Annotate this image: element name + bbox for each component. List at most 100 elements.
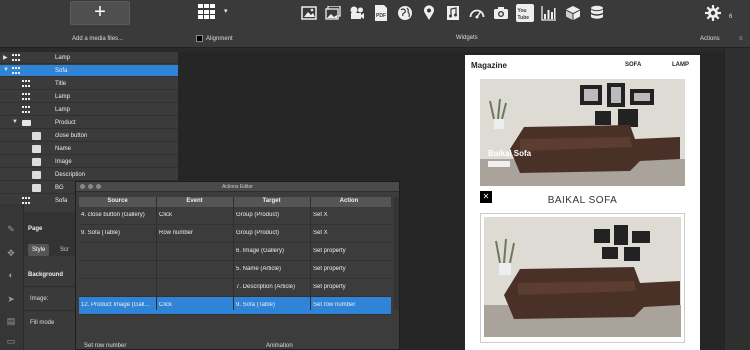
- video-icon[interactable]: [348, 4, 366, 22]
- table-cell: Set X: [313, 212, 328, 218]
- image-icon: [32, 145, 41, 153]
- chart-icon[interactable]: [540, 4, 558, 22]
- table-cell: Click: [159, 302, 172, 308]
- phone-preview[interactable]: Magazine SOFA LAMP Baikal Sofa ✕ BAIKAL …: [465, 55, 700, 350]
- table-row[interactable]: 4. close button (Gallery) Click Group (P…: [79, 207, 391, 225]
- image-icon: [32, 132, 41, 140]
- image-icon: [32, 184, 41, 192]
- hero-subtitle-bar: [488, 161, 510, 167]
- table-row[interactable]: 9. Sofa (Table) Row number Group (Produc…: [79, 225, 391, 243]
- properties-panel: Page Style Scr Background Image: Fill mo…: [24, 204, 80, 350]
- grid-icon: [22, 80, 31, 88]
- table-row[interactable]: 6. Image (Gallery) Set property: [79, 243, 391, 261]
- image-field-label: Image:: [30, 296, 49, 302]
- table-row[interactable]: 7. Description (Article) Set property: [79, 279, 391, 297]
- tree-item-product[interactable]: ▼ Product: [0, 117, 178, 129]
- image-icon: [32, 171, 41, 179]
- wrench-icon[interactable]: ✎: [6, 224, 16, 234]
- cube-icon[interactable]: [564, 4, 582, 22]
- column-divider: [233, 197, 234, 310]
- product-card[interactable]: [480, 213, 685, 343]
- table-row[interactable]: 5. Name (Article) Set property: [79, 261, 391, 279]
- pointer-icon[interactable]: ➤: [6, 294, 16, 304]
- column-header[interactable]: Source: [79, 198, 156, 204]
- add-media-button[interactable]: +: [70, 1, 130, 25]
- preview-nav-sofa[interactable]: SOFA: [625, 62, 641, 68]
- table-cell: 9. Sofa (Table): [81, 230, 121, 236]
- preview-nav-lamp[interactable]: LAMP: [672, 62, 689, 68]
- image-icon[interactable]: [300, 4, 318, 22]
- table-cell: Row number: [159, 230, 194, 236]
- map-pin-icon[interactable]: [420, 4, 438, 22]
- chevron-down-icon[interactable]: ▼: [12, 119, 18, 125]
- tree-item-label: Lamp: [55, 107, 71, 113]
- music-icon[interactable]: [444, 4, 462, 22]
- actions-sidebar: [724, 48, 750, 350]
- tree-item-sofa[interactable]: ▼ Sofa: [0, 65, 178, 77]
- gear-icon[interactable]: [704, 4, 722, 22]
- palette-icon[interactable]: ◐: [6, 270, 16, 280]
- tree-item-label: Image: [55, 159, 72, 165]
- table-cell: 12. Product Image (Gall...: [81, 302, 150, 308]
- grid-icon: [22, 93, 31, 101]
- actions-label[interactable]: Actions: [700, 36, 720, 42]
- tree-item-lamp-child-2[interactable]: Lamp: [0, 104, 178, 116]
- hero-image[interactable]: Baikal Sofa: [480, 79, 685, 186]
- alignment-grid-icon: [198, 4, 216, 20]
- gauge-icon[interactable]: [468, 4, 486, 22]
- tab-script[interactable]: Scr: [56, 244, 73, 256]
- move-icon[interactable]: ✥: [6, 248, 16, 258]
- dialog-titlebar[interactable]: Actions Editor: [76, 182, 399, 192]
- actions-editor-dialog[interactable]: Actions Editor Source Event Target Actio…: [75, 181, 400, 350]
- tree-item-label: Title: [55, 81, 67, 87]
- column-divider: [310, 197, 311, 310]
- camera-icon[interactable]: [492, 4, 510, 22]
- actions-menu-icon[interactable]: ≡: [739, 36, 743, 42]
- table-cell: Click: [159, 212, 172, 218]
- table-cell: Set property: [313, 284, 346, 290]
- tree-item-description[interactable]: Description: [0, 169, 178, 181]
- device-icon[interactable]: ▭: [6, 336, 16, 346]
- tree-item-name[interactable]: Name: [0, 143, 178, 155]
- column-header[interactable]: Event: [156, 198, 233, 204]
- globe-icon[interactable]: [396, 4, 414, 22]
- table-cell: Set X: [313, 230, 328, 236]
- alignment-color-swatch[interactable]: [196, 35, 203, 42]
- tree-item-label: Lamp: [55, 94, 71, 100]
- tree-item-label: Name: [55, 146, 72, 152]
- gallery-icon[interactable]: [324, 4, 342, 22]
- chevron-down-icon[interactable]: ▼: [3, 67, 9, 73]
- animation-label: Animation: [266, 343, 293, 349]
- tree-item-lamp-child[interactable]: Lamp: [0, 91, 178, 103]
- column-header[interactable]: Action: [310, 198, 388, 204]
- table-cell: Set property: [313, 248, 346, 254]
- tab-style[interactable]: Style: [28, 244, 50, 256]
- dialog-title: Actions Editor: [222, 184, 253, 190]
- tree-item-image[interactable]: Image: [0, 156, 178, 168]
- widgets-label: Widgets: [456, 35, 478, 41]
- database-icon[interactable]: [588, 4, 606, 22]
- add-media-label: Add a media files...: [72, 36, 124, 42]
- chevron-right-icon[interactable]: ▶: [3, 54, 8, 61]
- product-image[interactable]: [484, 217, 681, 337]
- toolbar: + Add a media files... ▾ Alignment PDF Y…: [0, 0, 750, 48]
- tree-item-close-button[interactable]: close button: [0, 130, 178, 142]
- hero-title: Baikal Sofa: [488, 149, 532, 158]
- tree-item-lamp[interactable]: ▶ Lamp: [0, 52, 178, 64]
- set-row-number-label: Set row number: [84, 343, 127, 349]
- table-cell: Group (Product): [236, 230, 280, 236]
- alignment-button[interactable]: ▾: [198, 4, 234, 22]
- column-header[interactable]: Target: [233, 198, 310, 204]
- fill-mode-label: Fill mode: [30, 320, 55, 326]
- svg-text:PDF: PDF: [376, 13, 386, 19]
- page-icon[interactable]: ▤: [6, 316, 16, 326]
- table-row-selected[interactable]: 12. Product Image (Gall... Click 9. Sofa…: [79, 297, 391, 315]
- youtube-icon[interactable]: You Tube: [516, 4, 534, 22]
- svg-text:Tube: Tube: [518, 15, 530, 21]
- table-scrollbar[interactable]: [394, 197, 399, 310]
- tree-item-title[interactable]: Title: [0, 78, 178, 90]
- pdf-icon[interactable]: PDF: [372, 4, 390, 22]
- grid-icon: [12, 54, 21, 62]
- table-cell: Set property: [313, 266, 346, 272]
- grid-icon: [22, 106, 31, 114]
